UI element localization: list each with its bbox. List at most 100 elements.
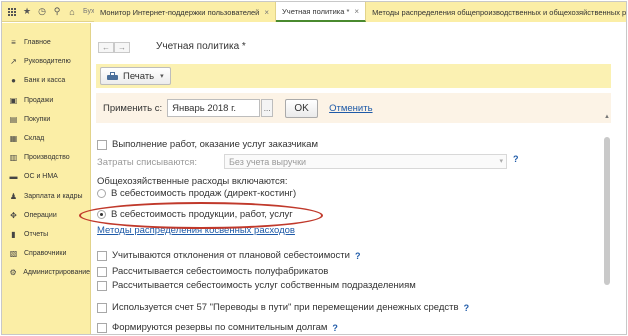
semifinished-checkbox[interactable]	[97, 266, 107, 277]
deviations-checkbox[interactable]	[97, 250, 107, 261]
sidebar-item-label: Главное	[24, 39, 51, 47]
sidebar-item-label: ОС и НМА	[24, 173, 58, 181]
tab-close-icon[interactable]: ×	[354, 7, 359, 16]
tab-distribution-methods[interactable]: Методы распределения общепроизводственны…	[366, 2, 627, 22]
sidebar-item-label: Отчеты	[24, 230, 49, 238]
sidebar-item-operations[interactable]: ✥ Операции	[2, 206, 90, 225]
forward-arrow-icon[interactable]: →	[114, 42, 130, 53]
sidebar-item-main[interactable]: ≡ Главное	[2, 33, 90, 52]
tab-label: Методы распределения общепроизводственны…	[372, 7, 627, 17]
cart-icon: ▣	[9, 95, 18, 105]
sidebar-item-label: Банк и касса	[24, 77, 66, 85]
favorites-star-icon[interactable]: ★	[22, 6, 32, 17]
chevron-down-icon: ▾	[499, 158, 503, 165]
help-icon[interactable]: ?	[513, 154, 519, 164]
works-option: Выполнение работ, оказание услуг заказчи…	[97, 139, 318, 150]
assets-icon: ▬	[9, 172, 18, 182]
sidebar-item-label: Производство	[24, 154, 70, 162]
own-services-label: Рассчитывается себестоимость услуг собст…	[112, 280, 416, 291]
ok-button[interactable]: OK	[285, 98, 319, 118]
works-checkbox[interactable]	[97, 139, 107, 150]
sidebar-item-label: Справочники	[24, 250, 67, 258]
radio-label: В себестоимость продаж (директ-костинг)	[111, 188, 297, 199]
sidebar-item-label: Операции	[24, 211, 57, 219]
tab-label: Учетная политика *	[282, 6, 350, 16]
scrollbar-thumb[interactable]	[604, 137, 610, 285]
menu-lines-icon: ≡	[11, 38, 16, 48]
sidebar-item-purchases[interactable]: ▤ Покупки	[2, 110, 90, 129]
costs-label: Затраты списываются:	[97, 156, 198, 168]
open-tabs: Монитор Интернет-поддержки пользователей…	[94, 2, 627, 22]
help-icon[interactable]: ?	[355, 251, 361, 261]
form-area: ← → Учетная политика * Печать ▾ Применит…	[92, 23, 626, 334]
sidebar-item-bank[interactable]: ● Банк и касса	[2, 71, 90, 90]
own-services-option: Рассчитывается себестоимость услуг собст…	[97, 280, 416, 291]
history-clock-icon[interactable]: ◷	[37, 6, 47, 17]
sidebar-item-label: Руководителю	[24, 58, 71, 66]
command-bar: Печать ▾	[96, 64, 611, 88]
radio-button[interactable]	[97, 189, 106, 198]
chart-icon: ▮	[11, 229, 16, 239]
highlight-oval	[79, 202, 323, 229]
overhead-label-text: Общехозяйственные расходы включаются:	[97, 176, 288, 187]
radio-direct-costing[interactable]: В себестоимость продаж (директ-костинг)	[97, 188, 296, 199]
semifinished-label: Рассчитывается себестоимость полуфабрика…	[112, 266, 329, 277]
sidebar-item-label: Покупки	[24, 115, 51, 123]
account57-checkbox[interactable]	[97, 302, 107, 313]
apps-grid-icon[interactable]	[7, 7, 17, 17]
cancel-link[interactable]: Отменить	[329, 103, 372, 114]
warehouse-icon: ▦	[9, 134, 18, 144]
sidebar-item-production[interactable]: ▥ Производство	[2, 148, 90, 167]
page-title: Учетная политика *	[156, 41, 246, 52]
printer-icon	[107, 71, 118, 81]
account57-option: Используется счет 57 "Переводы в пути" п…	[97, 302, 469, 313]
costs-select[interactable]: Без учета выручки ▾	[224, 154, 507, 169]
scroll-up-icon[interactable]: ▲	[603, 113, 611, 121]
sidebar-item-salary[interactable]: ♟ Зарплата и кадры	[2, 187, 90, 206]
works-checkbox-label: Выполнение работ, оказание услуг заказчи…	[112, 139, 318, 150]
tab-monitor[interactable]: Монитор Интернет-поддержки пользователей…	[94, 2, 277, 22]
operations-icon: ✥	[10, 210, 17, 220]
sidebar-item-admin[interactable]: ⚙ Администрирование	[2, 263, 90, 282]
sidebar: ≡ Главное ↗ Руководителю ● Банк и касса ▣ Пр…	[2, 23, 91, 334]
doubtful-debts-checkbox[interactable]	[97, 322, 107, 333]
sidebar-item-manager[interactable]: ↗ Руководителю	[2, 52, 90, 71]
tab-accounting-policy[interactable]: Учетная политика * ×	[276, 2, 367, 22]
sidebar-item-label: Администрирование	[23, 269, 90, 277]
costs-row: Затраты списываются: Без учета выручки ▾…	[97, 154, 519, 170]
semifinished-option: Рассчитывается себестоимость полуфабрика…	[97, 266, 328, 277]
sidebar-item-catalogs[interactable]: ▧ Справочники	[2, 244, 90, 263]
help-icon[interactable]: ?	[464, 303, 470, 313]
back-arrow-icon[interactable]: ←	[98, 42, 114, 53]
print-button[interactable]: Печать ▾	[100, 67, 171, 85]
tab-label: Монитор Интернет-поддержки пользователей	[100, 7, 260, 17]
sidebar-item-sales[interactable]: ▣ Продажи	[2, 91, 90, 110]
sidebar-item-label: Склад	[24, 135, 45, 143]
factory-icon: ▥	[9, 153, 18, 163]
sidebar-item-reports[interactable]: ▮ Отчеты	[2, 225, 90, 244]
overhead-label: Общехозяйственные расходы включаются:	[97, 176, 288, 187]
home-icon[interactable]: ⌂	[67, 7, 77, 17]
apply-date-field[interactable]: Январь 2018 г.	[167, 99, 261, 117]
sidebar-item-warehouse[interactable]: ▦ Склад	[2, 129, 90, 148]
doubtful-debts-option: Формируются резервы по сомнительным долг…	[97, 322, 338, 333]
app-window: ★ ◷ ⚲ ⌂ Бухгалтерия предприятия (базовая…	[1, 1, 627, 335]
own-services-checkbox[interactable]	[97, 280, 107, 291]
date-picker-button[interactable]: ...	[261, 99, 274, 117]
vertical-scrollbar[interactable]: ▲	[603, 113, 611, 334]
apply-date-group: Применить с: Январь 2018 г. ... OK Отмен…	[96, 93, 611, 123]
navigation-buttons: ← →	[98, 42, 130, 53]
coin-icon: ●	[11, 76, 16, 86]
tab-close-icon[interactable]: ×	[264, 8, 269, 17]
sidebar-item-label: Зарплата и кадры	[24, 192, 83, 200]
sidebar-item-label: Продажи	[24, 96, 54, 104]
sidebar-item-assets[interactable]: ▬ ОС и НМА	[2, 167, 90, 186]
trend-icon: ↗	[10, 57, 17, 67]
book-icon: ▧	[9, 249, 18, 259]
basket-icon: ▤	[9, 114, 18, 124]
help-icon[interactable]: ?	[332, 323, 338, 333]
costs-select-value: Без учета выручки	[229, 156, 307, 167]
chevron-down-icon: ▾	[160, 73, 164, 80]
search-icon[interactable]: ⚲	[52, 6, 62, 17]
print-label: Печать	[123, 70, 155, 82]
